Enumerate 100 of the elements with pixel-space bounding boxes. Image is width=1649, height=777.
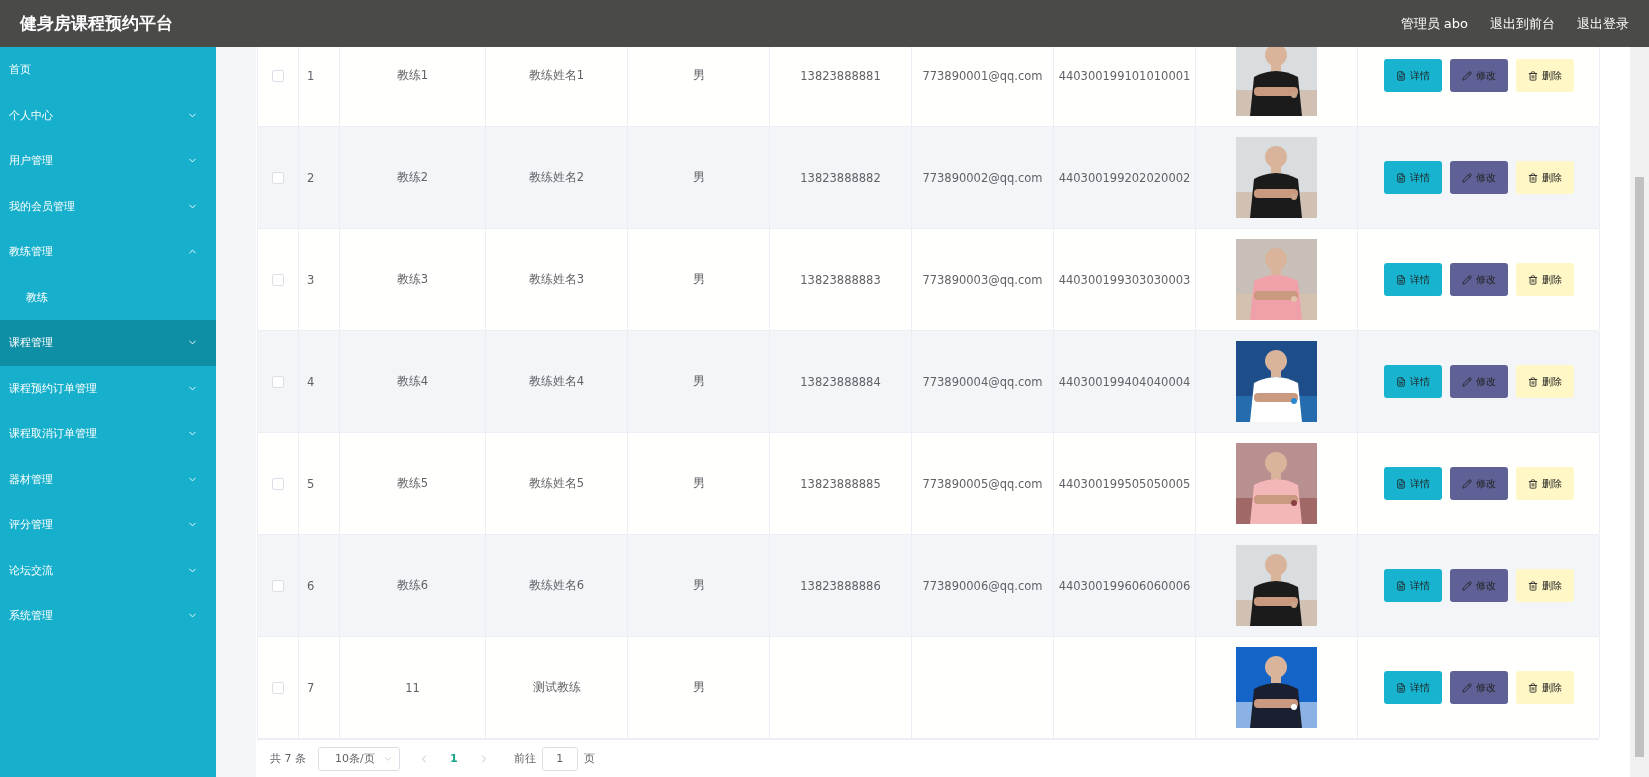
header-link[interactable]: 退出登录 (1577, 14, 1629, 33)
goto-label: 前往 (513, 751, 536, 766)
table-cell: 教练姓名2 (528, 170, 585, 185)
trash-icon (1527, 682, 1538, 693)
pencil-icon (1461, 376, 1472, 387)
index-cell: 4 (307, 374, 315, 389)
pencil-icon (1461, 274, 1472, 285)
delete-button[interactable]: 删除 (1515, 671, 1574, 704)
row-checkbox[interactable] (272, 579, 284, 592)
row-checkbox[interactable] (272, 681, 284, 694)
edit-button[interactable]: 修改 (1449, 161, 1508, 194)
goto-page-field[interactable]: 1 (541, 746, 578, 771)
sidebar-item[interactable]: 论坛交流 (0, 547, 216, 593)
edit-button[interactable]: 修改 (1449, 467, 1508, 500)
sidebar-item[interactable]: 教练管理 (0, 229, 216, 275)
edit-button[interactable]: 修改 (1449, 263, 1508, 296)
table-cell: 13823888881 (800, 68, 881, 83)
table-cell: 773890001@qq.com (922, 68, 1043, 83)
detail-button[interactable]: 详情 (1383, 59, 1442, 92)
trash-icon (1527, 70, 1538, 81)
detail-button[interactable]: 详情 (1383, 569, 1442, 602)
page-number[interactable]: 1 (450, 752, 458, 765)
table-cell: 教练姓名6 (528, 578, 585, 593)
table-cell: 11 (405, 680, 420, 695)
index-cell: 7 (307, 680, 315, 695)
delete-button[interactable]: 删除 (1515, 569, 1574, 602)
page-size-select[interactable]: 10条/页 (318, 746, 400, 771)
table-cell: 教练姓名1 (528, 68, 585, 83)
pencil-icon (1461, 478, 1472, 489)
delete-button[interactable]: 删除 (1515, 263, 1574, 296)
detail-button[interactable]: 详情 (1383, 467, 1442, 500)
document-icon (1395, 682, 1406, 693)
trash-icon (1527, 274, 1538, 285)
document-icon (1395, 70, 1406, 81)
sidebar-item[interactable]: 课程管理 (0, 320, 216, 366)
sidebar-item[interactable]: 我的会员管理 (0, 183, 216, 229)
table-cell: 773890005@qq.com (922, 476, 1043, 491)
table-cell: 男 (692, 476, 705, 491)
table-cell: 教练姓名4 (528, 374, 585, 389)
sidebar-subitem[interactable]: 教练 (0, 274, 216, 320)
row-checkbox[interactable] (272, 477, 284, 490)
table-cell: 13823888884 (800, 374, 881, 389)
row-checkbox[interactable] (272, 69, 284, 82)
table-cell: 男 (692, 68, 705, 83)
delete-button[interactable]: 删除 (1515, 161, 1574, 194)
table-cell: 男 (692, 578, 705, 593)
table-cell: 13823888882 (800, 170, 881, 185)
detail-button[interactable]: 详情 (1383, 365, 1442, 398)
index-cell: 3 (307, 272, 315, 287)
delete-button[interactable]: 删除 (1515, 365, 1574, 398)
edit-button[interactable]: 修改 (1449, 59, 1508, 92)
table-cell: 教练5 (396, 476, 429, 491)
table-cell: 440300199202020002 (1058, 170, 1191, 185)
trash-icon (1527, 580, 1538, 591)
pencil-icon (1461, 172, 1472, 183)
sidebar-item[interactable]: 用户管理 (0, 138, 216, 184)
header-link[interactable]: 退出到前台 (1490, 14, 1555, 33)
pencil-icon (1461, 682, 1472, 693)
sidebar-item[interactable]: 课程取消订单管理 (0, 411, 216, 457)
table-cell: 教练姓名3 (528, 272, 585, 287)
detail-button[interactable]: 详情 (1383, 161, 1442, 194)
table-cell: 教练姓名5 (528, 476, 585, 491)
pencil-icon (1461, 70, 1472, 81)
row-checkbox[interactable] (272, 273, 284, 286)
pencil-icon (1461, 580, 1472, 591)
scrollbar[interactable] (1630, 47, 1649, 777)
table-cell: 教练2 (396, 170, 429, 185)
sidebar-item[interactable]: 个人中心 (0, 92, 216, 138)
table-cell: 13823888886 (800, 578, 881, 593)
sidebar-item[interactable]: 系统管理 (0, 593, 216, 639)
delete-button[interactable]: 删除 (1515, 59, 1574, 92)
row-checkbox[interactable] (272, 375, 284, 388)
table-cell: 测试教练 (532, 680, 581, 695)
edit-button[interactable]: 修改 (1449, 569, 1508, 602)
table-cell: 男 (692, 272, 705, 287)
table-cell: 教练6 (396, 578, 429, 593)
index-cell: 2 (307, 170, 315, 185)
app-title: 健身房课程预约平台 (20, 12, 174, 35)
table-cell: 440300199606060006 (1058, 578, 1191, 593)
header-link[interactable]: 管理员 abo (1400, 14, 1468, 33)
detail-button[interactable]: 详情 (1383, 671, 1442, 704)
sidebar-item[interactable]: 首页 (0, 47, 216, 93)
sidebar-item[interactable]: 评分管理 (0, 502, 216, 548)
detail-button[interactable]: 详情 (1383, 263, 1442, 296)
table-cell: 男 (692, 170, 705, 185)
delete-button[interactable]: 删除 (1515, 467, 1574, 500)
document-icon (1395, 172, 1406, 183)
sidebar-item[interactable]: 课程预约订单管理 (0, 365, 216, 411)
row-checkbox[interactable] (272, 171, 284, 184)
table-cell: 773890003@qq.com (922, 272, 1043, 287)
sidebar-item[interactable]: 器材管理 (0, 456, 216, 502)
table-cell: 773890006@qq.com (922, 578, 1043, 593)
edit-button[interactable]: 修改 (1449, 671, 1508, 704)
edit-button[interactable]: 修改 (1449, 365, 1508, 398)
table-cell: 440300199101010001 (1058, 68, 1191, 83)
table-cell: 教练1 (396, 68, 429, 83)
table-cell: 男 (692, 374, 705, 389)
table-cell: 440300199505050005 (1058, 476, 1191, 491)
index-cell: 5 (307, 476, 315, 491)
trash-icon (1527, 478, 1538, 489)
